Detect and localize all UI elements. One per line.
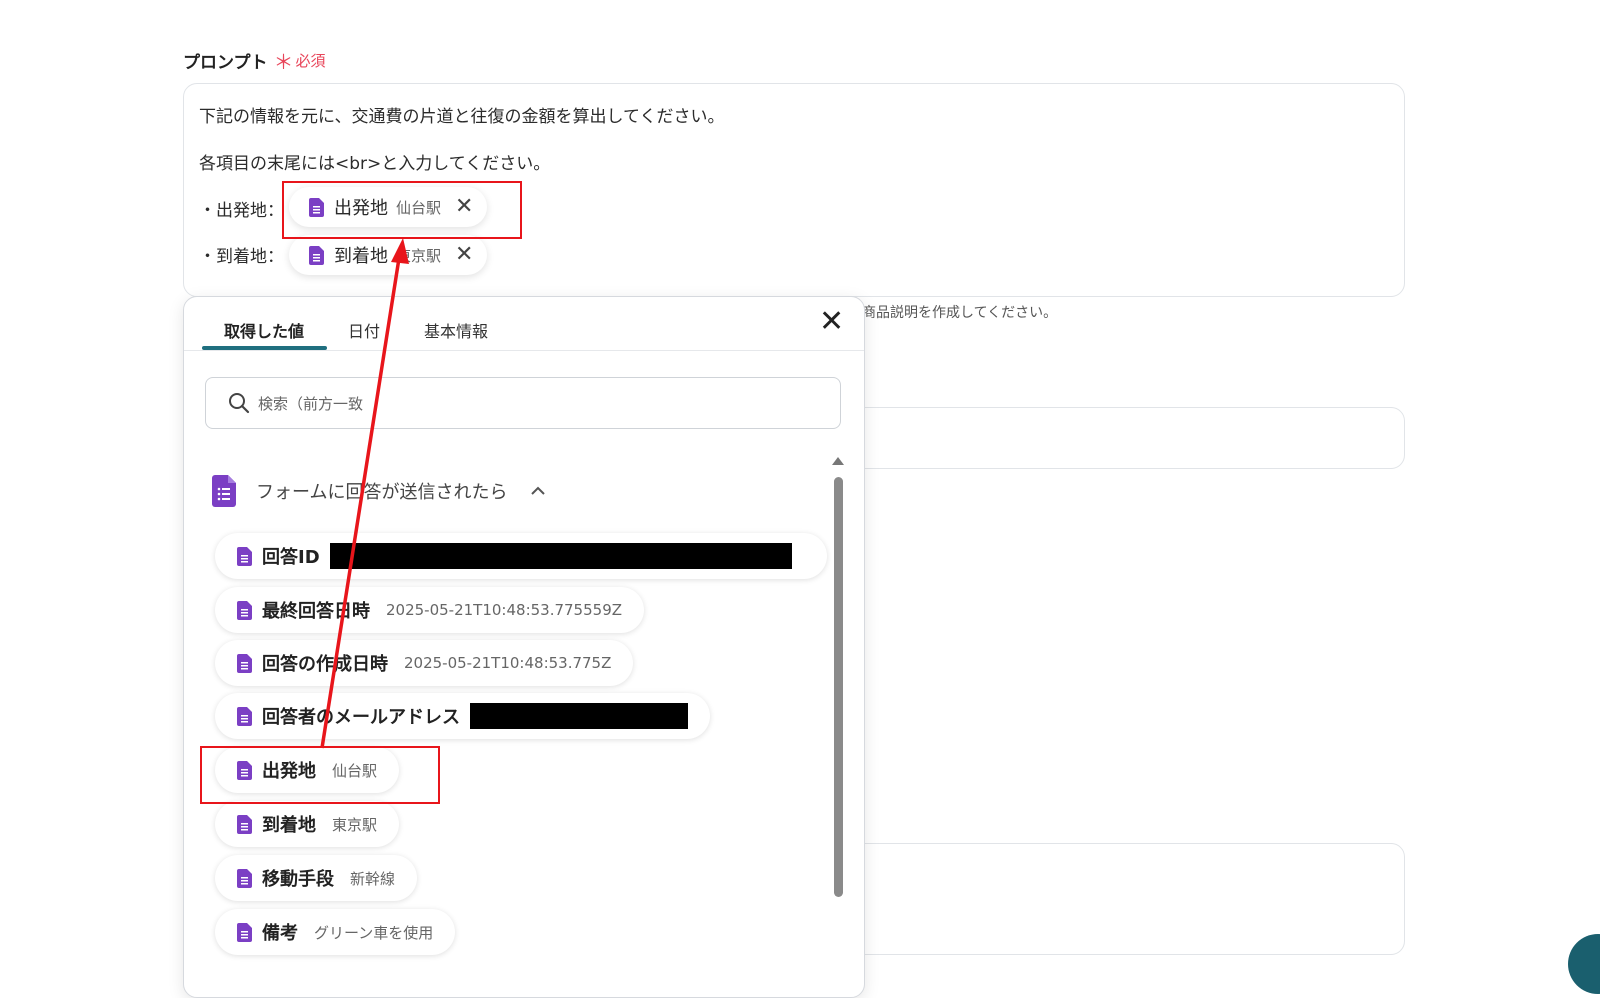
annotation-arrow — [320, 238, 409, 749]
